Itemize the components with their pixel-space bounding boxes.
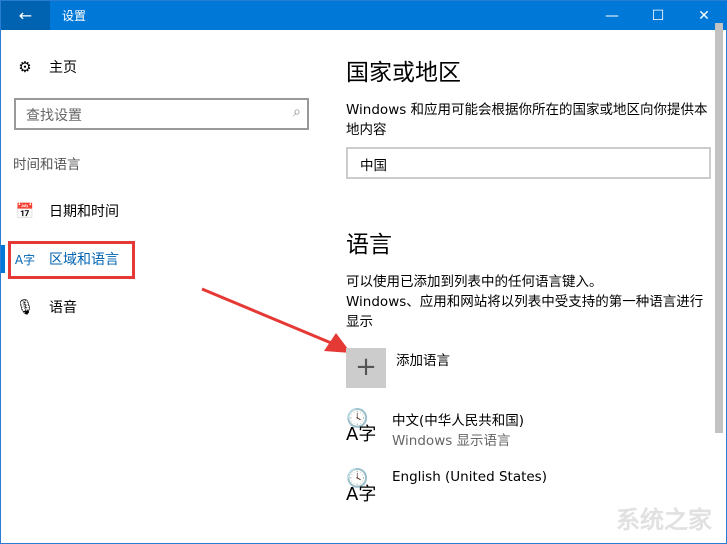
home-label: 主页: [49, 60, 77, 76]
plus-icon: +: [355, 352, 377, 382]
sidebar-item-date-time[interactable]: 📅 日期和时间: [1, 191, 301, 231]
sidebar-item-home[interactable]: ⚙ 主页: [1, 47, 301, 87]
language-sub: Windows 显示语言: [392, 433, 511, 449]
gear-icon: ⚙: [18, 58, 32, 76]
region-value: 中国: [360, 158, 387, 174]
search-icon[interactable]: ⌕: [293, 104, 301, 120]
watermark: 系统之家: [616, 506, 712, 534]
arrow-left-icon: ←: [18, 6, 33, 25]
back-button[interactable]: ←: [1, 1, 50, 30]
search-input[interactable]: 查找设置 ⌕: [14, 98, 309, 130]
arrow-annotation: [201, 287, 351, 353]
calendar-clock-icon: 📅: [15, 202, 35, 220]
section-heading: 时间和语言: [13, 157, 81, 173]
language-description-1: 可以使用已添加到列表中的任何语言键入。: [346, 274, 603, 290]
title-bar: ← 设置 — ☐ ✕: [1, 1, 727, 30]
region-description: Windows 和应用可能会根据你所在的国家或地区向你提供本地内容: [346, 102, 708, 138]
sidebar-item-label: 日期和时间: [49, 204, 119, 220]
add-language-button[interactable]: +: [346, 348, 386, 388]
language-heading: 语言: [346, 232, 392, 258]
minimize-button[interactable]: —: [589, 1, 635, 30]
region-select[interactable]: 中国: [346, 147, 711, 179]
language-icon: 🕓 A字: [346, 468, 377, 505]
language-name[interactable]: 中文(中华人民共和国): [392, 409, 524, 429]
scrollbar[interactable]: [715, 23, 723, 433]
language-description-2: Windows、应用和网站将以列表中受支持的第一种语言进行显示: [346, 294, 704, 330]
add-language-label[interactable]: 添加语言: [396, 349, 450, 369]
language-name[interactable]: English (United States): [392, 469, 547, 485]
language-icon: 🕓 A字: [346, 408, 377, 445]
maximize-button[interactable]: ☐: [635, 1, 681, 30]
window-title: 设置: [62, 9, 87, 23]
highlight-annotation: [8, 241, 135, 279]
sidebar-item-label: 语音: [49, 300, 77, 316]
region-heading: 国家或地区: [346, 60, 461, 86]
microphone-icon: 🎙: [15, 298, 35, 316]
search-placeholder: 查找设置: [26, 108, 82, 124]
